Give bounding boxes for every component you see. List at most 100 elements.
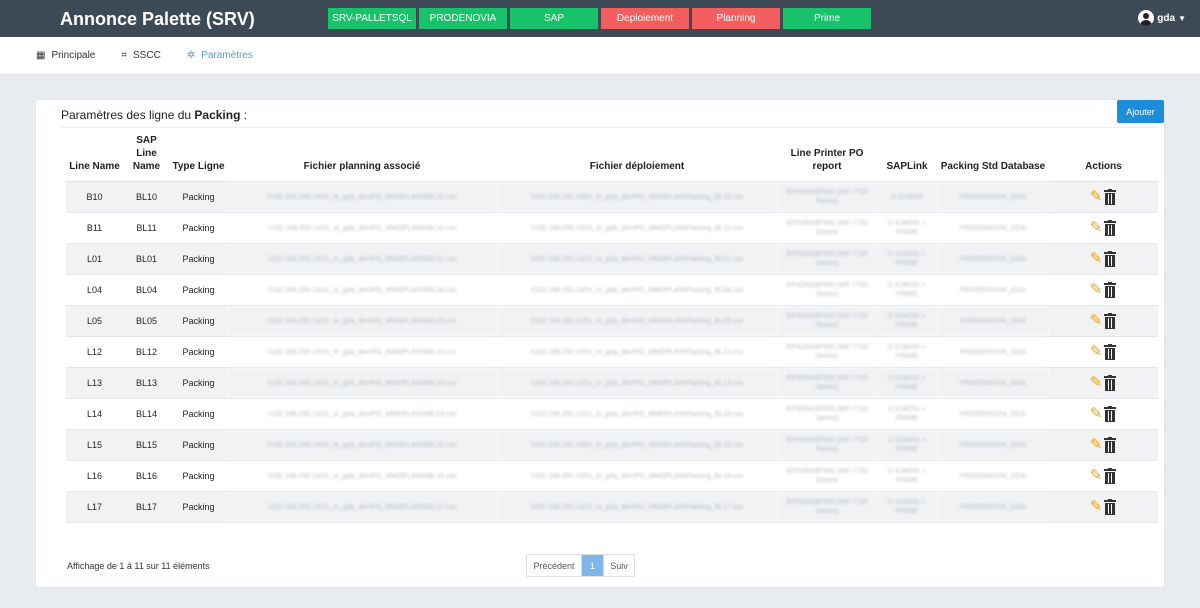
table-row: B10 BL10 Packing \\192.168.250.142\c_in_gda… — [66, 181, 1158, 213]
env-button-planning[interactable]: Planning — [692, 8, 780, 29]
cell-type-ligne: Packing — [170, 491, 227, 523]
cell-line-printer: EPSON03F550 (WF-7720 Series) — [777, 491, 877, 523]
cell-line-name: L17 — [66, 491, 123, 523]
app-title: Annonce Palette (SRV) — [60, 9, 255, 29]
env-button-prime[interactable]: Prime — [783, 8, 871, 29]
cell-line-printer: EPSON03F550 (WF-7720 Series) — [777, 305, 877, 337]
header-type-ligne[interactable]: Type Ligne — [170, 134, 227, 182]
cell-fichier-planning: \\192.168.250.142\c_in_gda_dev\PG_MMOPLA… — [227, 398, 497, 430]
cell-fichier-planning: \\192.168.250.142\c_in_gda_dev\PG_MMOPLA… — [227, 491, 497, 523]
delete-trash-icon[interactable] — [1103, 189, 1117, 205]
user-avatar-icon — [1138, 10, 1155, 26]
delete-trash-icon[interactable] — [1103, 375, 1117, 391]
header-sap-line-name[interactable]: SAP Line Name — [123, 134, 170, 182]
cell-fichier-planning: \\192.168.250.142\c_in_gda_dev\PG_MMOPLA… — [227, 274, 497, 306]
edit-pencil-icon[interactable]: ✎ — [1090, 406, 1103, 422]
table-row: L17 BL17 Packing \\192.168.250.142\c_in_gda… — [66, 491, 1158, 523]
cell-sap-line-name: BL05 — [123, 305, 170, 337]
cell-line-printer: EPSON03F550 (WF-7720 Series) — [777, 429, 877, 461]
cell-line-name: B10 — [66, 181, 123, 213]
edit-pencil-icon[interactable]: ✎ — [1090, 437, 1103, 453]
pagination: Précédent 1 Suiv — [526, 554, 635, 577]
delete-trash-icon[interactable] — [1103, 282, 1117, 298]
delete-trash-icon[interactable] — [1103, 220, 1117, 236]
cell-packing-std-db: PRODENOVIA_GDA — [937, 274, 1049, 306]
cell-line-name: B11 — [66, 212, 123, 244]
cell-packing-std-db: PRODENOVIA_GDA — [937, 243, 1049, 275]
cell-fichier-planning: \\192.168.250.142\c_in_gda_dev\PG_MMOPLA… — [227, 181, 497, 213]
page-1-button[interactable]: 1 — [582, 555, 603, 576]
subnav-item-parametres[interactable]: ✲ Paramètres — [187, 50, 253, 61]
cell-line-printer: EPSON03F550 (WF-7720 Series) — [777, 460, 877, 492]
cell-actions: ✎ — [1049, 212, 1158, 244]
edit-pencil-icon[interactable]: ✎ — [1090, 313, 1103, 329]
delete-trash-icon[interactable] — [1103, 251, 1117, 267]
delete-trash-icon[interactable] — [1103, 437, 1117, 453]
cell-line-printer: EPSON03F550 (WF-7720 Series) — [777, 336, 877, 368]
cell-fichier-deploiement: \\192.168.250.142\c_in_gda_dev\PG_MMOPLA… — [497, 336, 777, 368]
edit-pencil-icon[interactable]: ✎ — [1090, 251, 1103, 267]
cell-saplink: C:\CMOS\ + PRIME — [877, 460, 937, 492]
edit-pencil-icon[interactable]: ✎ — [1090, 189, 1103, 205]
cell-sap-line-name: BL04 — [123, 274, 170, 306]
cell-actions: ✎ — [1049, 305, 1158, 337]
env-button-sap[interactable]: SAP — [510, 8, 598, 29]
cell-saplink: C:\CMOS\ + PRIME — [877, 367, 937, 399]
cell-sap-line-name: BL15 — [123, 429, 170, 461]
cell-sap-line-name: BL12 — [123, 336, 170, 368]
edit-pencil-icon[interactable]: ✎ — [1090, 499, 1103, 515]
table-row: L01 BL01 Packing \\192.168.250.142\c_in_gda… — [66, 243, 1158, 275]
cell-line-printer: EPSON03F550 (WF-7720 Series) — [777, 398, 877, 430]
delete-trash-icon[interactable] — [1103, 406, 1117, 422]
cell-type-ligne: Packing — [170, 429, 227, 461]
header-line-name[interactable]: Line Name — [66, 134, 123, 182]
cell-actions: ✎ — [1049, 398, 1158, 430]
table-row: L13 BL13 Packing \\192.168.250.142\c_in_gda… — [66, 367, 1158, 399]
cell-line-name: L15 — [66, 429, 123, 461]
header-fichier-deploiement[interactable]: Fichier déploiement — [497, 134, 777, 182]
subnav-item-sscc[interactable]: ⌗ SSCC — [121, 50, 160, 61]
dashboard-icon: ▦ — [36, 50, 46, 61]
cell-saplink: C:\CMOS\ + PRIME — [877, 212, 937, 244]
cell-fichier-deploiement: \\192.168.250.142\c_in_gda_dev\PG_MMOPLA… — [497, 491, 777, 523]
delete-trash-icon[interactable] — [1103, 499, 1117, 515]
subnav-label: Paramètres — [201, 50, 253, 61]
cell-type-ligne: Packing — [170, 243, 227, 275]
cell-line-name: L13 — [66, 367, 123, 399]
edit-pencil-icon[interactable]: ✎ — [1090, 282, 1103, 298]
delete-trash-icon[interactable] — [1103, 313, 1117, 329]
card-divider — [61, 127, 1158, 128]
cell-line-printer: EPSON03F550 (WF-7720 Series) — [777, 181, 877, 213]
cell-fichier-deploiement: \\192.168.250.142\c_in_gda_dev\PG_MMOPLA… — [497, 429, 777, 461]
header-packing-std-db[interactable]: Packing Std Database — [937, 134, 1049, 182]
edit-pencil-icon[interactable]: ✎ — [1090, 344, 1103, 360]
edit-pencil-icon[interactable]: ✎ — [1090, 468, 1103, 484]
edit-pencil-icon[interactable]: ✎ — [1090, 220, 1103, 236]
delete-trash-icon[interactable] — [1103, 468, 1117, 484]
edit-pencil-icon[interactable]: ✎ — [1090, 375, 1103, 391]
header-fichier-planning[interactable]: Fichier planning associé — [227, 134, 497, 182]
cell-saplink: D:\CMOS\ — [877, 181, 937, 213]
previous-page-button[interactable]: Précédent — [527, 555, 582, 576]
next-page-button[interactable]: Suiv — [603, 555, 634, 576]
delete-trash-icon[interactable] — [1103, 344, 1117, 360]
add-button[interactable]: Ajouter — [1117, 100, 1164, 123]
cell-saplink: C:\CMOS\ + PRIME — [877, 336, 937, 368]
table-row: L05 BL05 Packing \\192.168.250.142\c_in_gda… — [66, 305, 1158, 337]
cell-type-ligne: Packing — [170, 398, 227, 430]
cell-saplink: C:\CMOS\ + PRIME — [877, 274, 937, 306]
header-line-printer[interactable]: Line Printer PO report — [777, 134, 877, 182]
subnav-item-principale[interactable]: ▦ Principale — [36, 50, 95, 61]
env-button-srv-palletsql[interactable]: SRV-PALLETSQL — [328, 8, 416, 29]
env-button-deploiement[interactable]: Deploiement — [601, 8, 689, 29]
cell-type-ligne: Packing — [170, 336, 227, 368]
user-menu[interactable]: gda ▼ — [1138, 10, 1186, 26]
barcode-icon: ⌗ — [121, 50, 128, 61]
subnav-label: SSCC — [133, 50, 161, 61]
cell-packing-std-db: PRODENOVIA_GDA — [937, 429, 1049, 461]
caret-down-icon: ▼ — [1178, 13, 1186, 23]
header-saplink[interactable]: SAPLink — [877, 134, 937, 182]
cell-type-ligne: Packing — [170, 305, 227, 337]
cell-line-name: L01 — [66, 243, 123, 275]
env-button-prodenovia[interactable]: PRODENOVIA — [419, 8, 507, 29]
